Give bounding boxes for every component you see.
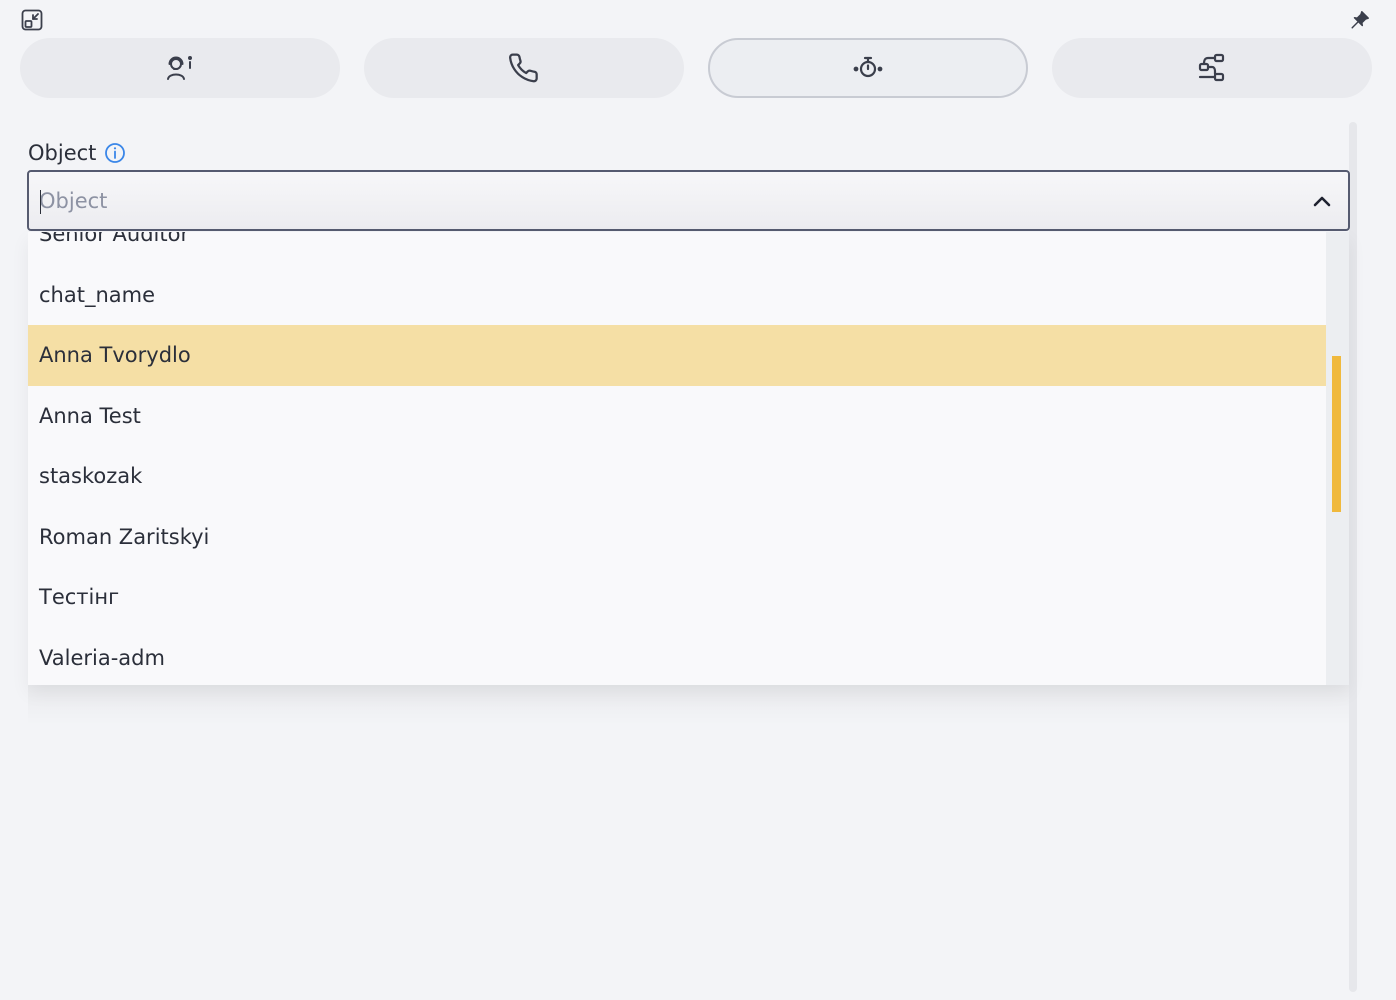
dropdown-option[interactable]: staskozak	[28, 446, 1326, 507]
dropdown-options-list: Senior Auditor chat_name Anna Tvorydlo A…	[28, 232, 1326, 685]
stopwatch-icon	[853, 56, 883, 78]
object-label-text: Object	[28, 141, 97, 165]
object-dropdown: Senior Auditor chat_name Anna Tvorydlo A…	[28, 232, 1349, 685]
info-icon[interactable]	[104, 142, 126, 164]
tab-bar	[20, 38, 1372, 98]
object-select[interactable]	[27, 170, 1350, 231]
chevron-up-icon[interactable]	[1310, 189, 1334, 213]
option-label: Anna Test	[39, 403, 141, 428]
dropdown-scrollbar-thumb[interactable]	[1332, 356, 1341, 512]
pin-icon[interactable]	[1346, 6, 1374, 34]
dropdown-option[interactable]: Roman Zaritskyi	[28, 507, 1326, 568]
workflow-icon	[1198, 53, 1225, 82]
dropdown-option-highlighted[interactable]: Anna Tvorydlo	[28, 325, 1326, 386]
app-window: Object Senior Auditor chat_name Anna Tvo…	[0, 0, 1396, 1000]
dropdown-option[interactable]: Тестінг	[28, 567, 1326, 628]
dropdown-option[interactable]: chat_name	[28, 265, 1326, 326]
option-label: Roman Zaritskyi	[39, 524, 210, 549]
option-label: Valeria-adm	[39, 645, 165, 670]
phone-icon	[509, 53, 538, 83]
dropdown-option[interactable]: Anna Test	[28, 386, 1326, 447]
option-label: Тестінг	[39, 585, 120, 610]
object-search-input[interactable]	[39, 180, 1279, 222]
text-cursor	[40, 190, 41, 214]
dropdown-option[interactable]: Senior Auditor	[28, 232, 1326, 265]
option-label: chat_name	[39, 282, 156, 307]
dropdown-scrollbar[interactable]	[1326, 232, 1349, 685]
agent-info-icon	[167, 56, 192, 80]
tab-agent-info[interactable]	[20, 38, 340, 98]
panel-scrollbar[interactable]	[1349, 122, 1357, 992]
dropdown-shadow	[28, 685, 1349, 725]
shrink-window-icon[interactable]	[18, 6, 46, 34]
tab-phone[interactable]	[364, 38, 684, 98]
tab-stopwatch[interactable]	[708, 38, 1028, 98]
option-label: Senior Auditor	[39, 232, 190, 247]
dropdown-option[interactable]: Valeria-adm	[28, 628, 1326, 686]
object-field-label: Object	[28, 138, 126, 168]
option-label: Anna Tvorydlo	[39, 343, 191, 368]
option-label: staskozak	[39, 464, 143, 489]
tab-workflow[interactable]	[1052, 38, 1372, 98]
